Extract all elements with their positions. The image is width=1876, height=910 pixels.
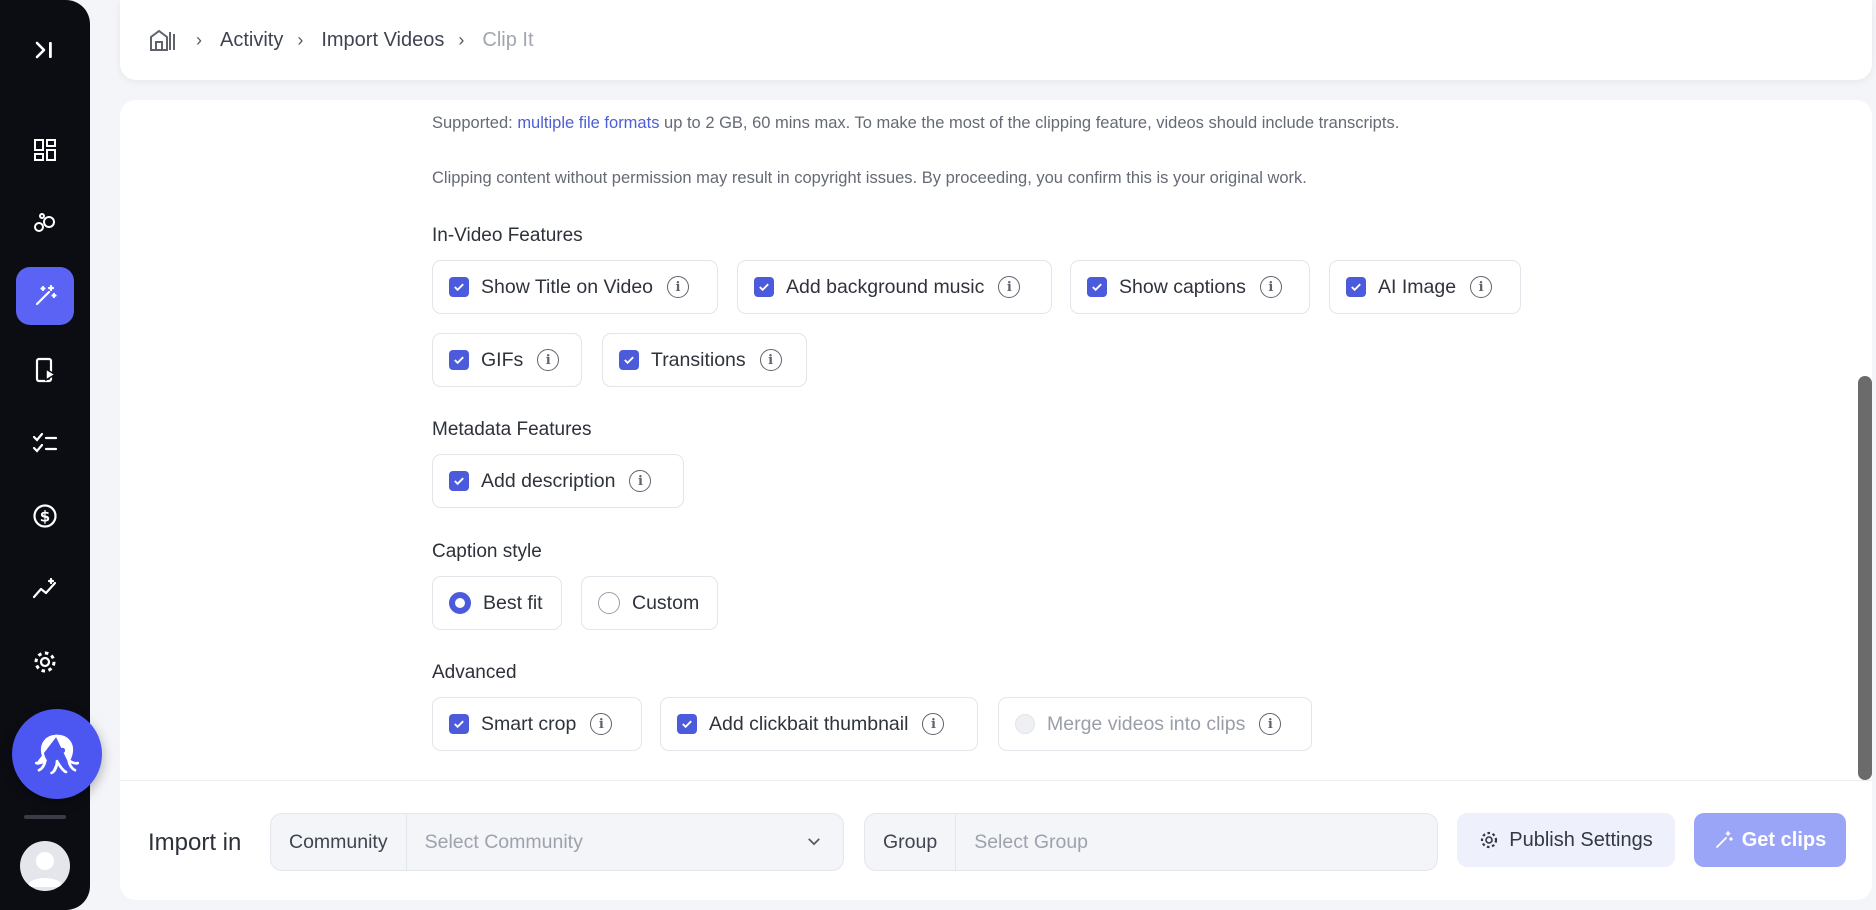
option-add-description[interactable]: Add description i bbox=[432, 454, 684, 508]
footer: Import in Community Select Community Gro… bbox=[120, 780, 1872, 900]
option-label: Transitions bbox=[651, 348, 746, 371]
option-label: Best fit bbox=[483, 591, 543, 614]
info-icon[interactable]: i bbox=[629, 470, 652, 492]
info-icon[interactable]: i bbox=[922, 713, 945, 735]
info-icon[interactable]: i bbox=[1259, 276, 1282, 298]
radio-custom[interactable]: Custom bbox=[581, 576, 718, 630]
publish-settings-button[interactable]: Publish Settings bbox=[1457, 813, 1675, 867]
get-clips-label: Get clips bbox=[1741, 828, 1827, 851]
home-icon[interactable] bbox=[148, 28, 176, 52]
community-label: Community bbox=[271, 814, 407, 870]
supported-note: Supported: multiple file formats up to 2… bbox=[432, 114, 1399, 133]
group-select[interactable]: Group Select Group bbox=[864, 813, 1438, 871]
import-in-label: Import in bbox=[148, 829, 242, 856]
copyright-note: Clipping content without permission may … bbox=[432, 169, 1307, 187]
option-ai-image[interactable]: AI Image i bbox=[1329, 260, 1521, 314]
option-show-title[interactable]: Show Title on Video i bbox=[432, 260, 718, 314]
option-transitions[interactable]: Transitions i bbox=[602, 333, 807, 387]
option-merge-videos: Merge videos into clips i bbox=[998, 697, 1312, 751]
community-placeholder[interactable]: Select Community bbox=[407, 831, 807, 854]
option-label: Add description bbox=[481, 469, 616, 492]
info-icon[interactable]: i bbox=[759, 349, 782, 371]
checkbox-checked[interactable] bbox=[1087, 277, 1107, 297]
settings-icon[interactable] bbox=[21, 638, 69, 686]
checkbox-checked[interactable] bbox=[449, 714, 469, 734]
publish-settings-label: Publish Settings bbox=[1509, 828, 1653, 851]
info-icon[interactable]: i bbox=[537, 349, 560, 371]
option-smart-crop[interactable]: Smart crop i bbox=[432, 697, 642, 751]
info-icon[interactable]: i bbox=[998, 276, 1021, 298]
checkbox-checked[interactable] bbox=[754, 277, 774, 297]
checklist-icon[interactable] bbox=[21, 419, 69, 467]
breadcrumb-activity[interactable]: Activity bbox=[220, 29, 283, 52]
option-gifs[interactable]: GIFs i bbox=[432, 333, 582, 387]
breadcrumb-separator: › bbox=[196, 29, 202, 50]
magic-wand-icon bbox=[1714, 830, 1734, 850]
group-label: Group bbox=[865, 814, 957, 870]
chevron-down-icon[interactable] bbox=[807, 833, 821, 851]
supported-suffix: up to 2 GB, 60 mins max. To make the mos… bbox=[659, 114, 1400, 132]
option-show-captions[interactable]: Show captions i bbox=[1070, 260, 1310, 314]
community-select[interactable]: Community Select Community bbox=[270, 813, 844, 871]
file-formats-link[interactable]: multiple file formats bbox=[517, 114, 659, 132]
option-label: Add clickbait thumbnail bbox=[709, 712, 909, 735]
checkbox-disabled bbox=[1015, 714, 1035, 734]
option-label: Smart crop bbox=[481, 712, 577, 735]
option-label: Show captions bbox=[1119, 275, 1246, 298]
option-label: GIFs bbox=[481, 348, 524, 371]
in-video-features-title: In-Video Features bbox=[432, 225, 583, 246]
analytics-icon[interactable] bbox=[21, 565, 69, 613]
breadcrumb-separator: › bbox=[297, 29, 304, 50]
option-label: Merge videos into clips bbox=[1047, 712, 1246, 735]
option-label: Add background music bbox=[786, 275, 985, 298]
option-label: Show Title on Video bbox=[481, 275, 654, 298]
checkbox-checked[interactable] bbox=[677, 714, 697, 734]
octopus-mascot-icon[interactable] bbox=[12, 709, 102, 799]
checkbox-checked[interactable] bbox=[449, 277, 469, 297]
info-icon[interactable]: i bbox=[590, 713, 613, 735]
dashboard-icon[interactable] bbox=[21, 126, 69, 174]
option-label: AI Image bbox=[1378, 275, 1457, 298]
radio-best-fit[interactable]: Best fit bbox=[432, 576, 562, 630]
scrollbar[interactable] bbox=[1858, 376, 1872, 780]
metadata-features-title: Metadata Features bbox=[432, 419, 592, 440]
checkbox-checked[interactable] bbox=[449, 350, 469, 370]
breadcrumb-import-videos[interactable]: Import Videos bbox=[321, 29, 444, 52]
dollar-icon[interactable]: $ bbox=[21, 492, 69, 540]
mobile-video-icon[interactable] bbox=[21, 346, 69, 394]
header: › Activity › Import Videos › Clip It bbox=[120, 0, 1872, 80]
sidebar-divider bbox=[24, 815, 66, 819]
checkbox-checked[interactable] bbox=[619, 350, 639, 370]
avatar[interactable] bbox=[20, 841, 70, 891]
radio-unselected[interactable] bbox=[598, 592, 620, 614]
option-clickbait-thumbnail[interactable]: Add clickbait thumbnail i bbox=[660, 697, 978, 751]
advanced-title: Advanced bbox=[432, 662, 517, 683]
option-label: Custom bbox=[632, 591, 700, 614]
checkbox-checked[interactable] bbox=[449, 471, 469, 491]
svg-text:$: $ bbox=[40, 508, 50, 526]
group-placeholder[interactable]: Select Group bbox=[956, 831, 1437, 854]
info-icon[interactable]: i bbox=[1470, 276, 1493, 298]
breadcrumb-clip-it: Clip It bbox=[482, 28, 534, 51]
caption-style-title: Caption style bbox=[432, 541, 542, 562]
gear-icon bbox=[1479, 830, 1499, 850]
info-icon[interactable]: i bbox=[667, 276, 690, 298]
bubbles-icon[interactable] bbox=[21, 199, 69, 247]
breadcrumb-separator: › bbox=[458, 29, 465, 50]
checkbox-checked[interactable] bbox=[1346, 277, 1366, 297]
radio-selected[interactable] bbox=[449, 592, 471, 614]
info-icon[interactable]: i bbox=[1259, 713, 1282, 735]
supported-prefix: Supported: bbox=[432, 114, 518, 132]
get-clips-button[interactable]: Get clips bbox=[1694, 813, 1846, 867]
sidebar: $ bbox=[0, 0, 102, 910]
magic-wand-icon[interactable] bbox=[16, 267, 74, 325]
expand-sidebar-icon[interactable] bbox=[21, 26, 69, 74]
option-background-music[interactable]: Add background music i bbox=[737, 260, 1052, 314]
